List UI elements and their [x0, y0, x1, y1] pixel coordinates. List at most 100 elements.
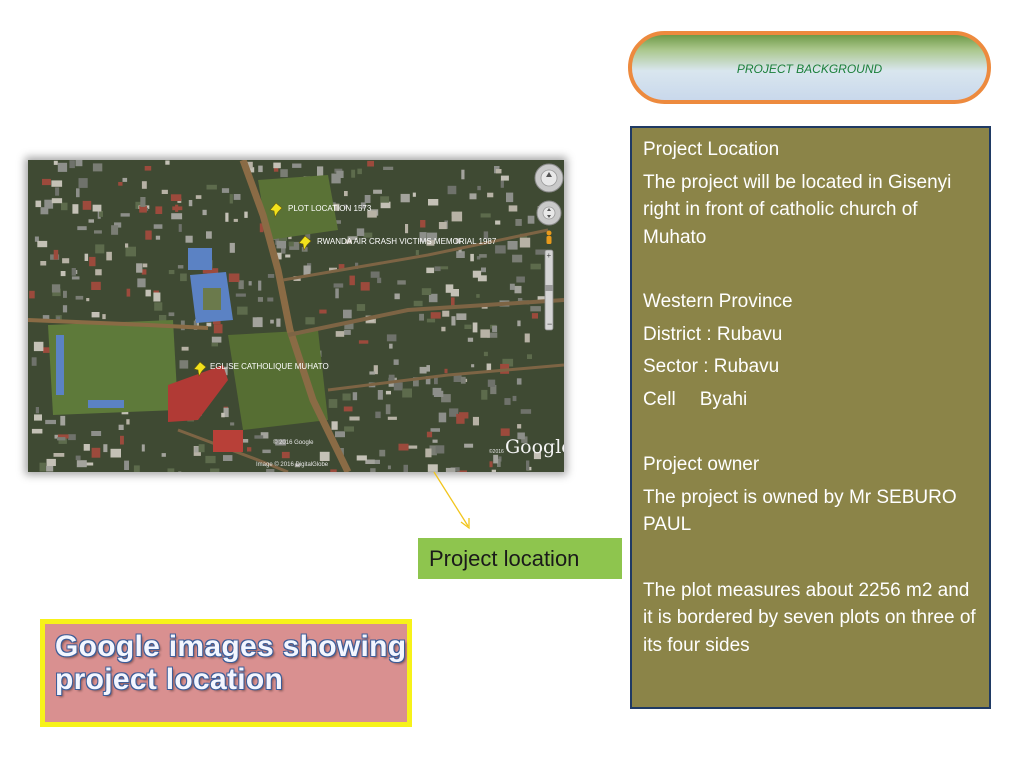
- rooftop: [527, 215, 535, 224]
- rooftop: [276, 318, 281, 327]
- rooftop: [413, 300, 423, 307]
- rooftop: [276, 240, 287, 249]
- rooftop: [35, 407, 39, 414]
- zoom-slider[interactable]: + −: [544, 249, 554, 331]
- rooftop: [420, 220, 426, 228]
- zoom-handle[interactable]: [545, 285, 553, 291]
- rooftop: [142, 263, 148, 268]
- rooftop: [60, 271, 66, 277]
- rooftop: [154, 302, 163, 311]
- rooftop: [387, 416, 397, 420]
- rooftop: [481, 267, 486, 273]
- google-watermark: Google: [505, 436, 564, 458]
- rooftop: [531, 313, 538, 319]
- rooftop: [206, 231, 212, 239]
- rooftop: [153, 292, 161, 302]
- rooftop: [394, 293, 400, 300]
- rooftop: [419, 366, 427, 374]
- rooftop: [373, 189, 382, 194]
- rooftop: [349, 416, 360, 421]
- rooftop: [292, 163, 302, 168]
- rooftop: [495, 245, 506, 254]
- rooftop: [248, 281, 252, 286]
- rooftop: [31, 357, 37, 366]
- zoom-out-icon[interactable]: −: [547, 319, 552, 329]
- rooftop: [31, 428, 43, 434]
- rooftop: [46, 465, 54, 472]
- rooftop: [507, 241, 518, 250]
- connector-arrow: [433, 471, 470, 530]
- rooftop: [281, 451, 290, 459]
- rooftop: [95, 244, 105, 254]
- rooftop: [178, 224, 182, 232]
- rooftop: [432, 387, 442, 396]
- rooftop: [221, 412, 225, 418]
- rooftop: [428, 199, 439, 206]
- rooftop: [185, 235, 193, 243]
- rooftop: [405, 224, 409, 234]
- label-plot: PLOT LOCATION 1573: [288, 204, 372, 213]
- rooftop: [500, 428, 510, 436]
- rooftop: [267, 297, 274, 302]
- rooftop: [444, 368, 448, 374]
- rooftop: [244, 211, 248, 218]
- rooftop: [402, 388, 412, 398]
- rooftop: [75, 455, 81, 461]
- rooftop: [383, 166, 394, 170]
- rooftop: [519, 237, 531, 248]
- rooftop: [356, 304, 366, 311]
- rooftop: [524, 333, 530, 343]
- rooftop: [500, 175, 509, 181]
- rooftop: [509, 283, 515, 290]
- rooftop: [471, 364, 475, 368]
- rooftop: [370, 271, 380, 278]
- rooftop: [106, 251, 112, 261]
- rooftop: [434, 266, 441, 272]
- zoom-in-icon[interactable]: +: [547, 251, 552, 260]
- rooftop: [92, 163, 103, 172]
- rooftop: [480, 329, 490, 338]
- rooftop: [155, 235, 161, 240]
- rooftop: [491, 469, 496, 472]
- rooftop: [319, 309, 327, 314]
- rooftop: [34, 414, 42, 421]
- rooftop: [91, 281, 101, 290]
- rooftop: [179, 360, 189, 369]
- rooftop: [72, 204, 79, 214]
- rooftop: [213, 324, 223, 334]
- owner-heading: Project owner: [643, 454, 760, 475]
- rooftop: [229, 194, 233, 204]
- rooftop: [161, 189, 168, 194]
- rooftop: [438, 222, 447, 230]
- rooftop: [487, 379, 496, 387]
- rooftop: [51, 198, 63, 204]
- rooftop: [506, 192, 514, 203]
- rooftop: [103, 444, 108, 453]
- satellite-map: PLOT LOCATION 1573 RWANDA AIR CRASH VICT…: [28, 160, 564, 472]
- rooftop: [469, 193, 477, 200]
- rooftop: [42, 178, 51, 186]
- rooftop: [456, 413, 465, 424]
- rooftop: [516, 276, 525, 283]
- compass-control[interactable]: [534, 163, 564, 193]
- rooftop: [515, 219, 522, 226]
- pan-control[interactable]: [536, 200, 562, 226]
- rooftop: [351, 169, 356, 178]
- rooftop: [352, 392, 358, 401]
- rooftop: [206, 322, 212, 327]
- rooftop: [426, 431, 433, 438]
- rooftop: [375, 411, 381, 419]
- rooftop: [40, 261, 47, 266]
- rooftop: [57, 437, 66, 441]
- rooftop: [393, 359, 399, 365]
- street-view-icon[interactable]: [546, 230, 552, 245]
- rooftop: [380, 196, 390, 203]
- project-location-label: Project location: [418, 538, 622, 579]
- rooftop: [76, 460, 87, 468]
- rooftop: [344, 426, 354, 432]
- rooftop: [233, 194, 241, 200]
- rooftop: [285, 254, 291, 258]
- rooftop: [69, 160, 75, 169]
- rooftop: [344, 191, 348, 197]
- rooftop: [141, 269, 147, 275]
